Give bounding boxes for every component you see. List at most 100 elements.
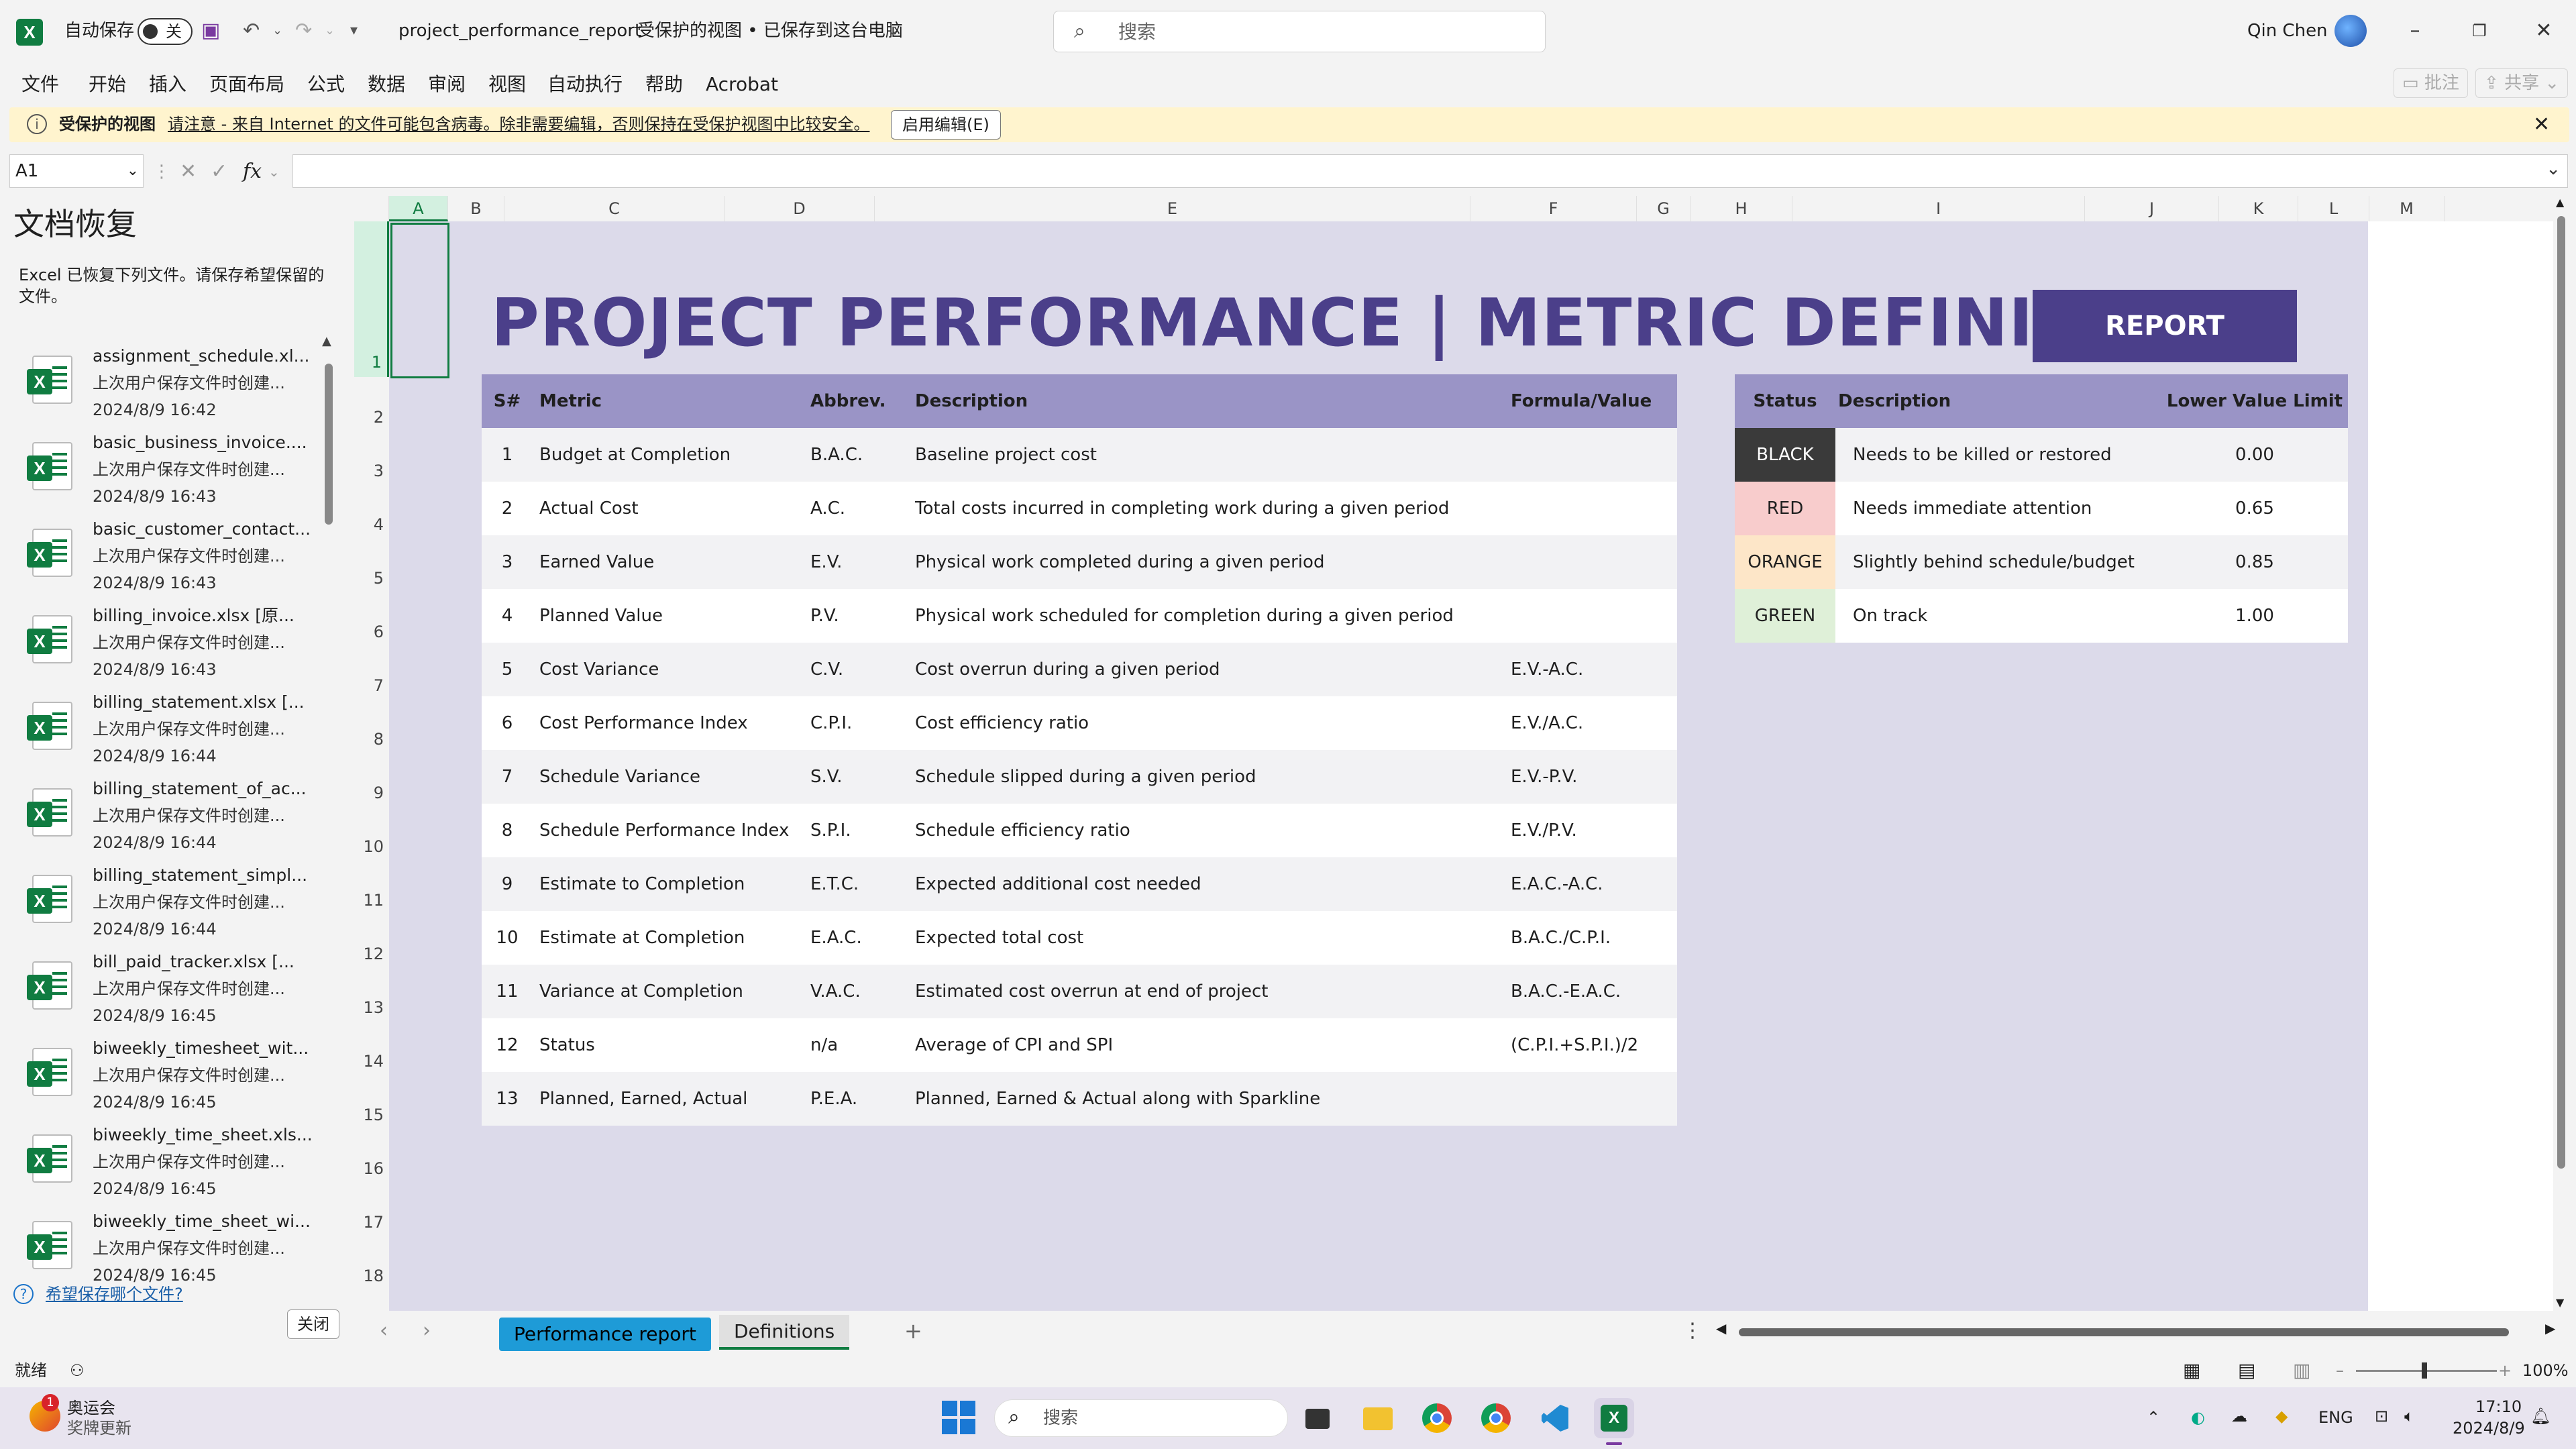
news-title[interactable]: 奥运会	[67, 1398, 115, 1418]
row-header[interactable]: 18	[354, 1236, 389, 1289]
row-header[interactable]: 8	[354, 699, 389, 753]
table-cell[interactable]: E.V.	[810, 535, 911, 589]
clock-time[interactable]: 17:10	[2475, 1397, 2522, 1417]
table-cell[interactable]	[1511, 428, 1672, 482]
column-header[interactable]: D	[724, 196, 875, 221]
row-header[interactable]: 4	[354, 484, 389, 538]
table-cell[interactable]: Earned Value	[539, 535, 808, 589]
recovery-file-item[interactable]: Xbiweekly_time_sheet.xls... 上次用户保存文件时创建..…	[25, 1122, 314, 1208]
status-badge[interactable]: GREEN	[1735, 589, 1835, 643]
start-icon[interactable]	[942, 1401, 975, 1434]
close-icon[interactable]: ✕	[2524, 15, 2564, 47]
table-cell[interactable]: 13	[482, 1072, 533, 1126]
expand-formula-icon[interactable]: ⌄	[2546, 159, 2561, 179]
table-row[interactable]: 10 Estimate at Completion E.A.C. Expected t…	[482, 911, 1677, 965]
recovery-file-item[interactable]: Xbilling_statement_of_ac... 上次用户保存文件时创建..…	[25, 776, 314, 862]
tab-definitions[interactable]: Definitions	[719, 1315, 850, 1350]
menu-view[interactable]: 视图	[488, 71, 526, 98]
column-header[interactable]: A	[389, 196, 448, 221]
zoom-level[interactable]: 100%	[2522, 1359, 2569, 1382]
table-cell[interactable]: Status	[539, 1018, 808, 1072]
horizontal-scrollbar[interactable]: ◀ ▶	[1716, 1320, 2561, 1340]
table-cell[interactable]: Needs to be killed or restored	[1853, 428, 2161, 482]
row-header[interactable]: 17	[354, 1182, 389, 1236]
row-header[interactable]: 12	[354, 914, 389, 967]
recovery-file-item[interactable]: Xbasic_customer_contact... 上次用户保存文件时创建...…	[25, 517, 314, 602]
search-box[interactable]: ⌕ 搜索	[1053, 11, 1546, 52]
recovery-file-item[interactable]: Xbiweekly_time_sheet_wi... 上次用户保存文件时创建...…	[25, 1209, 314, 1295]
table-cell[interactable]: 8	[482, 804, 533, 857]
table-cell[interactable]: E.A.C.	[810, 911, 911, 965]
redo-dropdown-icon[interactable]: ⌄	[325, 17, 335, 44]
table-cell[interactable]: Variance at Completion	[539, 965, 808, 1018]
table-cell[interactable]: 1.00	[2164, 589, 2345, 643]
volume-icon[interactable]: 🔈︎	[2404, 1406, 2414, 1426]
file-state[interactable]: 受保护的视图 • 已保存到这台电脑	[637, 19, 903, 43]
table-cell[interactable]: Total costs incurred in completing work …	[915, 482, 1505, 535]
row-header[interactable]: 14	[354, 1021, 389, 1075]
table-row[interactable]: 5 Cost Variance C.V. Cost overrun during a …	[482, 643, 1677, 696]
scroll-thumb[interactable]	[1739, 1328, 2509, 1336]
column-header[interactable]: H	[1690, 196, 1792, 221]
table-row[interactable]: 1 Budget at Completion B.A.C. Baseline proj…	[482, 428, 1677, 482]
chrome-profile-icon[interactable]	[1476, 1398, 1516, 1438]
menu-insert[interactable]: 插入	[149, 71, 186, 98]
table-cell[interactable]: 0.00	[2164, 428, 2345, 482]
close-recovery-button[interactable]: 关闭	[287, 1309, 339, 1339]
row-header[interactable]: 15	[354, 1075, 389, 1128]
table-cell[interactable]: Schedule slipped during a given period	[915, 750, 1505, 804]
scroll-down-icon[interactable]: ▼	[2556, 1296, 2564, 1309]
table-cell[interactable]: 2	[482, 482, 533, 535]
chevron-down-icon[interactable]: ⌄	[887, 17, 899, 44]
zoom-in-icon[interactable]: +	[2498, 1359, 2512, 1382]
table-cell[interactable]: Schedule Variance	[539, 750, 808, 804]
table-row[interactable]: BLACK Needs to be killed or restored 0.00	[1735, 428, 2348, 482]
table-row[interactable]: 11 Variance at Completion V.A.C. Estimated …	[482, 965, 1677, 1018]
table-cell[interactable]	[1511, 482, 1672, 535]
table-cell[interactable]: B.A.C./C.P.I.	[1511, 911, 1672, 965]
row-header[interactable]: 10	[354, 806, 389, 860]
column-header[interactable]: C	[504, 196, 724, 221]
chevron-up-icon[interactable]: ⌃	[2147, 1407, 2160, 1428]
table-cell[interactable]: 1	[482, 428, 533, 482]
tab-next-icon[interactable]: ›	[423, 1318, 431, 1344]
table-cell[interactable]: C.V.	[810, 643, 911, 696]
table-cell[interactable]: E.V.-P.V.	[1511, 750, 1672, 804]
table-cell[interactable]: Schedule Performance Index	[539, 804, 808, 857]
table-row[interactable]: 13 Planned, Earned, Actual P.E.A. Planned, …	[482, 1072, 1677, 1126]
table-cell[interactable]: P.E.A.	[810, 1072, 911, 1126]
table-cell[interactable]: (C.P.I.+S.P.I.)/2	[1511, 1018, 1672, 1072]
name-box[interactable]: A1 ⌄	[9, 154, 144, 188]
column-header[interactable]: M	[2369, 196, 2445, 221]
sheet-canvas[interactable]: PROJECT PERFORMANCE | METRIC DEFINITIONS…	[389, 221, 2368, 1311]
table-cell[interactable]: B.A.C.	[810, 428, 911, 482]
status-badge[interactable]: ORANGE	[1735, 535, 1835, 589]
table-cell[interactable]: Cost Performance Index	[539, 696, 808, 750]
row-header[interactable]: 5	[354, 538, 389, 592]
undo-dropdown-icon[interactable]: ⌄	[272, 17, 282, 44]
enter-icon[interactable]: ✓	[211, 157, 227, 186]
recovery-file-item[interactable]: Xbill_paid_tracker.xlsx [... 上次用户保存文件时创建.…	[25, 949, 314, 1035]
scroll-up-icon[interactable]: ▲	[2556, 196, 2564, 209]
table-cell[interactable]: Physical work completed during a given p…	[915, 535, 1505, 589]
table-cell[interactable]: Estimate at Completion	[539, 911, 808, 965]
save-icon[interactable]: ▣	[201, 17, 220, 44]
table-cell[interactable]: Slightly behind schedule/budget	[1853, 535, 2161, 589]
redo-icon[interactable]: ↷	[295, 17, 312, 44]
file-explorer-icon[interactable]	[1358, 1398, 1398, 1438]
table-row[interactable]: 4 Planned Value P.V. Physical work schedule…	[482, 589, 1677, 643]
recovery-file-item[interactable]: Xbiweekly_timesheet_wit... 上次用户保存文件时创建...…	[25, 1036, 314, 1122]
recovery-file-item[interactable]: Xassignment_schedule.xl... 上次用户保存文件时创建...…	[25, 343, 314, 429]
recovery-file-item[interactable]: Xbasic_business_invoice.... 上次用户保存文件时创建..…	[25, 430, 314, 516]
table-cell[interactable]: Budget at Completion	[539, 428, 808, 482]
table-cell[interactable]: 3	[482, 535, 533, 589]
table-cell[interactable]: Planned, Earned, Actual	[539, 1072, 808, 1126]
insert-function-icon[interactable]: fx	[243, 157, 262, 186]
row-header[interactable]: 7	[354, 645, 389, 699]
row-header[interactable]: 16	[354, 1128, 389, 1182]
table-cell[interactable]: Schedule efficiency ratio	[915, 804, 1505, 857]
column-header[interactable]: L	[2298, 196, 2369, 221]
scroll-up-icon[interactable]: ▲	[322, 334, 331, 348]
table-cell[interactable]	[1511, 1072, 1672, 1126]
accessibility-icon[interactable]: ⚇	[70, 1359, 85, 1382]
